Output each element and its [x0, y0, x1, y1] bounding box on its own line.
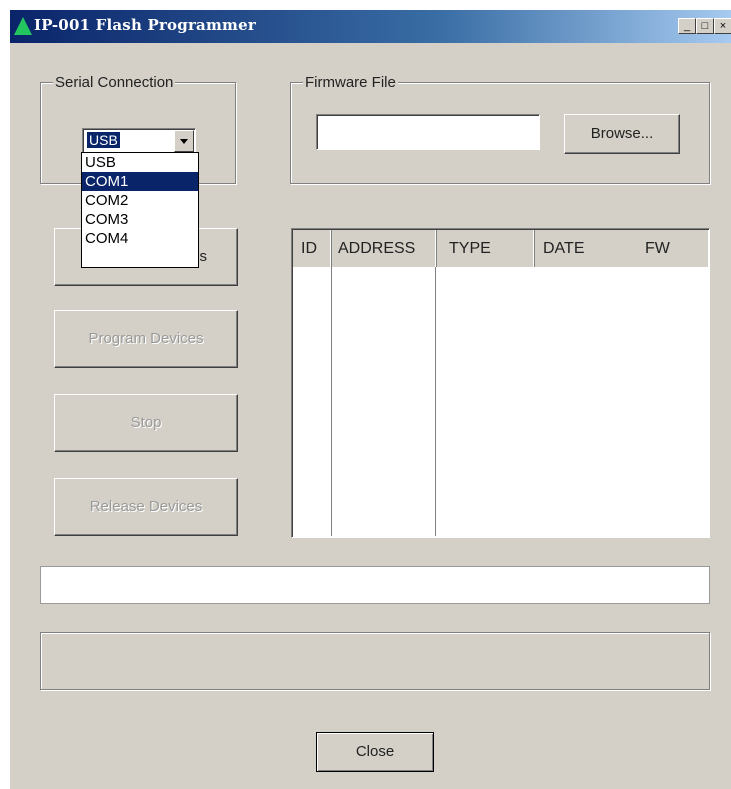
- column-type[interactable]: TYPE: [437, 230, 535, 267]
- browse-button[interactable]: Browse...: [564, 114, 680, 154]
- serial-port-value: USB: [87, 132, 120, 148]
- chevron-down-icon[interactable]: [174, 130, 194, 152]
- serial-port-dropdown: USB COM1 COM2 COM3 COM4: [81, 152, 199, 268]
- release-devices-button[interactable]: Release Devices: [54, 478, 238, 536]
- status-field: [40, 566, 710, 604]
- column-id[interactable]: ID: [293, 230, 332, 267]
- dropdown-option-com2[interactable]: COM2: [82, 191, 198, 210]
- close-window-button[interactable]: ×: [714, 18, 731, 34]
- dropdown-option-com3[interactable]: COM3: [82, 210, 198, 229]
- info-panel: [40, 632, 710, 690]
- minimize-button[interactable]: _: [678, 18, 696, 34]
- stop-button[interactable]: Stop: [54, 394, 238, 452]
- maximize-button[interactable]: □: [696, 18, 714, 34]
- window-title: IP-001 Flash Programmer: [34, 16, 256, 34]
- serial-port-select[interactable]: USB: [82, 128, 196, 154]
- program-devices-button[interactable]: Program Devices: [54, 310, 238, 368]
- dropdown-option-usb[interactable]: USB: [82, 153, 198, 172]
- dropdown-option-com1[interactable]: COM1: [82, 172, 198, 191]
- column-fw[interactable]: FW: [635, 230, 708, 267]
- title-bar[interactable]: IP-001 Flash Programmer _ □ ×: [10, 10, 731, 43]
- device-list-header: ID ADDRESS TYPE DATE FW: [293, 230, 708, 267]
- serial-connection-label: Serial Connection: [53, 74, 176, 91]
- app-logo-icon: [14, 17, 32, 35]
- app-window: IP-001 Flash Programmer _ □ × Serial Con…: [10, 10, 731, 789]
- column-divider: [331, 267, 332, 536]
- device-list[interactable]: ID ADDRESS TYPE DATE FW: [291, 228, 710, 538]
- column-address[interactable]: ADDRESS: [332, 230, 437, 267]
- dropdown-option-com4[interactable]: COM4: [82, 229, 198, 248]
- close-button[interactable]: Close: [316, 732, 434, 772]
- find-devices-label-partial: s: [199, 248, 208, 265]
- column-date[interactable]: DATE: [535, 230, 635, 267]
- firmware-path-input[interactable]: [316, 114, 540, 150]
- column-divider: [435, 267, 436, 536]
- firmware-file-label: Firmware File: [303, 74, 398, 91]
